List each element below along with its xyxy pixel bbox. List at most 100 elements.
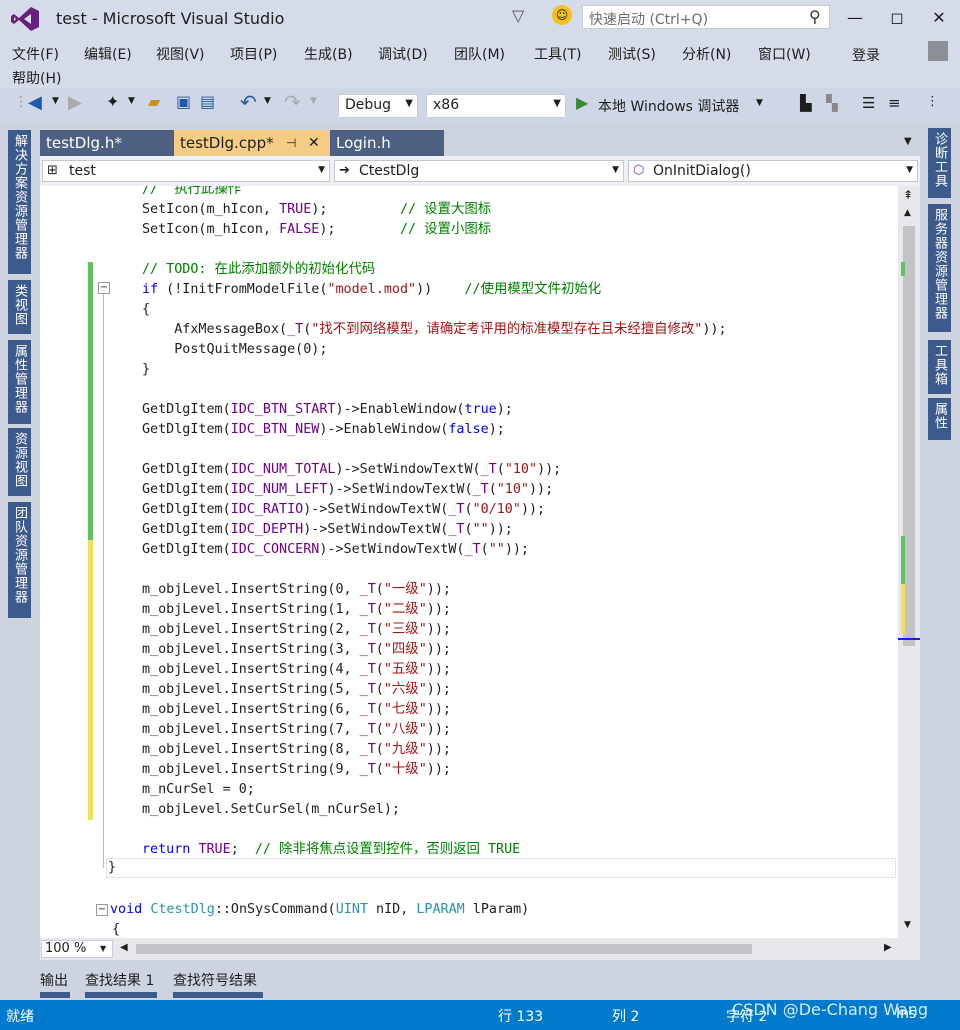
vertical-scrollbar[interactable]: ⇞ ▲ ▼: [898, 186, 920, 938]
menu-analyze[interactable]: 分析(N): [682, 44, 731, 64]
comment-out-icon[interactable]: ☰: [862, 94, 875, 112]
menu-view[interactable]: 视图(V): [156, 44, 205, 64]
tab-output[interactable]: 输出: [40, 970, 68, 990]
maximize-button[interactable]: ◻: [882, 4, 912, 32]
undo-icon[interactable]: ↶: [240, 90, 257, 114]
menu-help[interactable]: 帮助(H): [12, 68, 61, 88]
back-dropdown-icon[interactable]: ▼: [52, 96, 59, 106]
scroll-right-icon[interactable]: ▶: [884, 942, 892, 953]
class-select[interactable]: ➔ CtestDlg ▼: [334, 160, 624, 182]
back-icon[interactable]: ◀: [28, 92, 42, 113]
bookmark-icon[interactable]: ▙: [800, 94, 812, 112]
scroll-up-icon[interactable]: ▲: [904, 208, 911, 218]
scroll-down-icon[interactable]: ▼: [904, 920, 911, 930]
code-line: }: [142, 362, 151, 377]
new-dropdown-icon[interactable]: ▼: [128, 96, 135, 106]
menu-build[interactable]: 生成(B): [304, 44, 353, 64]
account-avatar-icon[interactable]: [928, 41, 948, 61]
login-link[interactable]: 登录: [852, 45, 880, 65]
menu-debug[interactable]: 调试(D): [378, 44, 428, 64]
toolbox-tab[interactable]: 工具箱: [928, 340, 951, 394]
redo-dropdown-icon[interactable]: ▼: [310, 96, 317, 106]
class-view-tab[interactable]: 类视图: [8, 280, 31, 334]
uncomment-icon[interactable]: ≡: [888, 94, 901, 112]
zoom-select[interactable]: 100 % ▼: [41, 940, 113, 958]
standard-toolbar: ⋮ ◀ ▼ ▶ ✦ ▼ ▰ ▣ ▤ ↶ ▼ ↷ ▼ Debug ▼ x86 ▼ …: [0, 88, 960, 122]
forward-icon[interactable]: ▶: [68, 92, 82, 113]
menu-team[interactable]: 团队(M): [454, 44, 505, 64]
new-project-icon[interactable]: ✦: [106, 92, 119, 111]
server-explorer-tab[interactable]: 服务器资源管理器: [928, 204, 951, 332]
code-line: m_objLevel.InsertString(0, _T("一级"));: [142, 582, 451, 597]
project-select[interactable]: ⊞ test ▼: [42, 160, 330, 182]
split-handle-icon[interactable]: ⇞: [903, 188, 913, 202]
menu-tools[interactable]: 工具(T): [534, 44, 581, 64]
team-explorer-tab[interactable]: 团队资源管理器: [8, 502, 31, 618]
smiley-feedback-icon[interactable]: ☺: [552, 5, 572, 25]
code-editor[interactable]: − − // 执行此操作 SetIcon(m_hIcon, TRUE); // …: [40, 186, 920, 938]
code-line: m_objLevel.InsertString(4, _T("五级"));: [142, 662, 451, 677]
current-line-highlight: [106, 858, 896, 878]
tab-login-h[interactable]: Login.h: [330, 130, 444, 156]
find-icon[interactable]: ▚: [826, 94, 838, 112]
left-panel-strip: 解决方案资源管理器 类视图 属性管理器 资源视图 团队资源管理器: [0, 122, 40, 962]
code-line: m_objLevel.InsertString(7, _T("八级"));: [142, 722, 451, 737]
editor-bottom-bar: 100 % ▼ ◀ ▶: [40, 938, 920, 960]
close-button[interactable]: ✕: [924, 4, 954, 32]
collapse-toggle-icon[interactable]: −: [98, 282, 110, 294]
collapse-toggle-icon[interactable]: −: [96, 904, 108, 916]
unsaved-change-bar: [88, 540, 93, 820]
resource-view-tab[interactable]: 资源视图: [8, 428, 31, 496]
project-icon: ⊞: [47, 163, 58, 178]
toolbar-options-icon[interactable]: ⋮: [926, 94, 939, 109]
start-debug-icon[interactable]: ▶: [576, 93, 588, 112]
open-file-icon[interactable]: ▰: [148, 92, 160, 111]
search-icon[interactable]: ⚲: [809, 7, 821, 26]
tab-label: testDlg.cpp*: [180, 134, 274, 152]
undo-dropdown-icon[interactable]: ▼: [264, 96, 271, 106]
redo-icon[interactable]: ↷: [284, 90, 301, 114]
solution-config-select[interactable]: Debug ▼: [338, 94, 418, 118]
code-line: m_objLevel.SetCurSel(m_nCurSel);: [142, 802, 400, 817]
toolbar-grip-icon: ⋮: [14, 94, 28, 110]
menu-test[interactable]: 测试(S): [608, 44, 656, 64]
project-value: test: [69, 163, 96, 179]
status-column: 列 2: [612, 1009, 640, 1025]
chevron-down-icon: ▼: [553, 98, 561, 109]
minimize-button[interactable]: —: [840, 4, 870, 32]
tab-find-symbol-results[interactable]: 查找符号结果: [173, 970, 257, 990]
save-all-icon[interactable]: ▤: [200, 92, 215, 111]
scroll-left-icon[interactable]: ◀: [120, 942, 128, 953]
menu-window[interactable]: 窗口(W): [758, 44, 811, 64]
menu-project[interactable]: 项目(P): [230, 44, 277, 64]
properties-tab[interactable]: 属性: [928, 398, 951, 440]
tab-testdlg-cpp[interactable]: testDlg.cpp* ⊣ ✕: [174, 130, 330, 156]
horizontal-scrollbar-thumb[interactable]: [136, 944, 752, 954]
pin-icon[interactable]: ⊣: [286, 130, 296, 156]
platform-select[interactable]: x86 ▼: [426, 94, 566, 118]
quick-launch-input[interactable]: 快速启动 (Ctrl+Q) ⚲: [582, 5, 830, 29]
start-debugger-button[interactable]: 本地 Windows 调试器: [598, 96, 739, 116]
save-icon[interactable]: ▣: [176, 92, 191, 111]
tab-overflow-dropdown-icon[interactable]: ▼: [904, 136, 912, 147]
code-line: m_nCurSel = 0;: [142, 782, 255, 797]
code-line: m_objLevel.InsertString(6, _T("七级"));: [142, 702, 451, 717]
menu-file[interactable]: 文件(F): [12, 44, 59, 64]
member-select[interactable]: ⬡ OnInitDialog() ▼: [628, 160, 918, 182]
tab-underline: [173, 992, 263, 998]
debugger-dropdown-icon[interactable]: ▼: [756, 98, 763, 108]
code-line: m_objLevel.InsertString(9, _T("十级"));: [142, 762, 451, 777]
tab-find-results-1[interactable]: 查找结果 1: [85, 970, 154, 990]
close-tab-icon[interactable]: ✕: [308, 130, 320, 156]
code-line: GetDlgItem(IDC_NUM_TOTAL)->SetWindowText…: [142, 462, 562, 477]
diagnostic-tools-tab[interactable]: 诊断工具: [928, 128, 951, 198]
status-bar: 就绪 行 133 列 2 字符 2 Ins CSDN @De-Chang Wan…: [0, 1000, 960, 1030]
tab-testdlg-h[interactable]: testDlg.h*: [40, 130, 174, 156]
solution-explorer-tab[interactable]: 解决方案资源管理器: [8, 130, 31, 274]
code-line: GetDlgItem(IDC_BTN_START)->EnableWindow(…: [142, 402, 513, 417]
code-line: GetDlgItem(IDC_BTN_NEW)->EnableWindow(fa…: [142, 422, 505, 437]
code-line: GetDlgItem(IDC_DEPTH)->SetWindowTextW(_T…: [142, 522, 513, 537]
feedback-filter-icon[interactable]: ▽: [512, 6, 524, 25]
menu-edit[interactable]: 编辑(E): [84, 44, 132, 64]
property-manager-tab[interactable]: 属性管理器: [8, 340, 31, 424]
